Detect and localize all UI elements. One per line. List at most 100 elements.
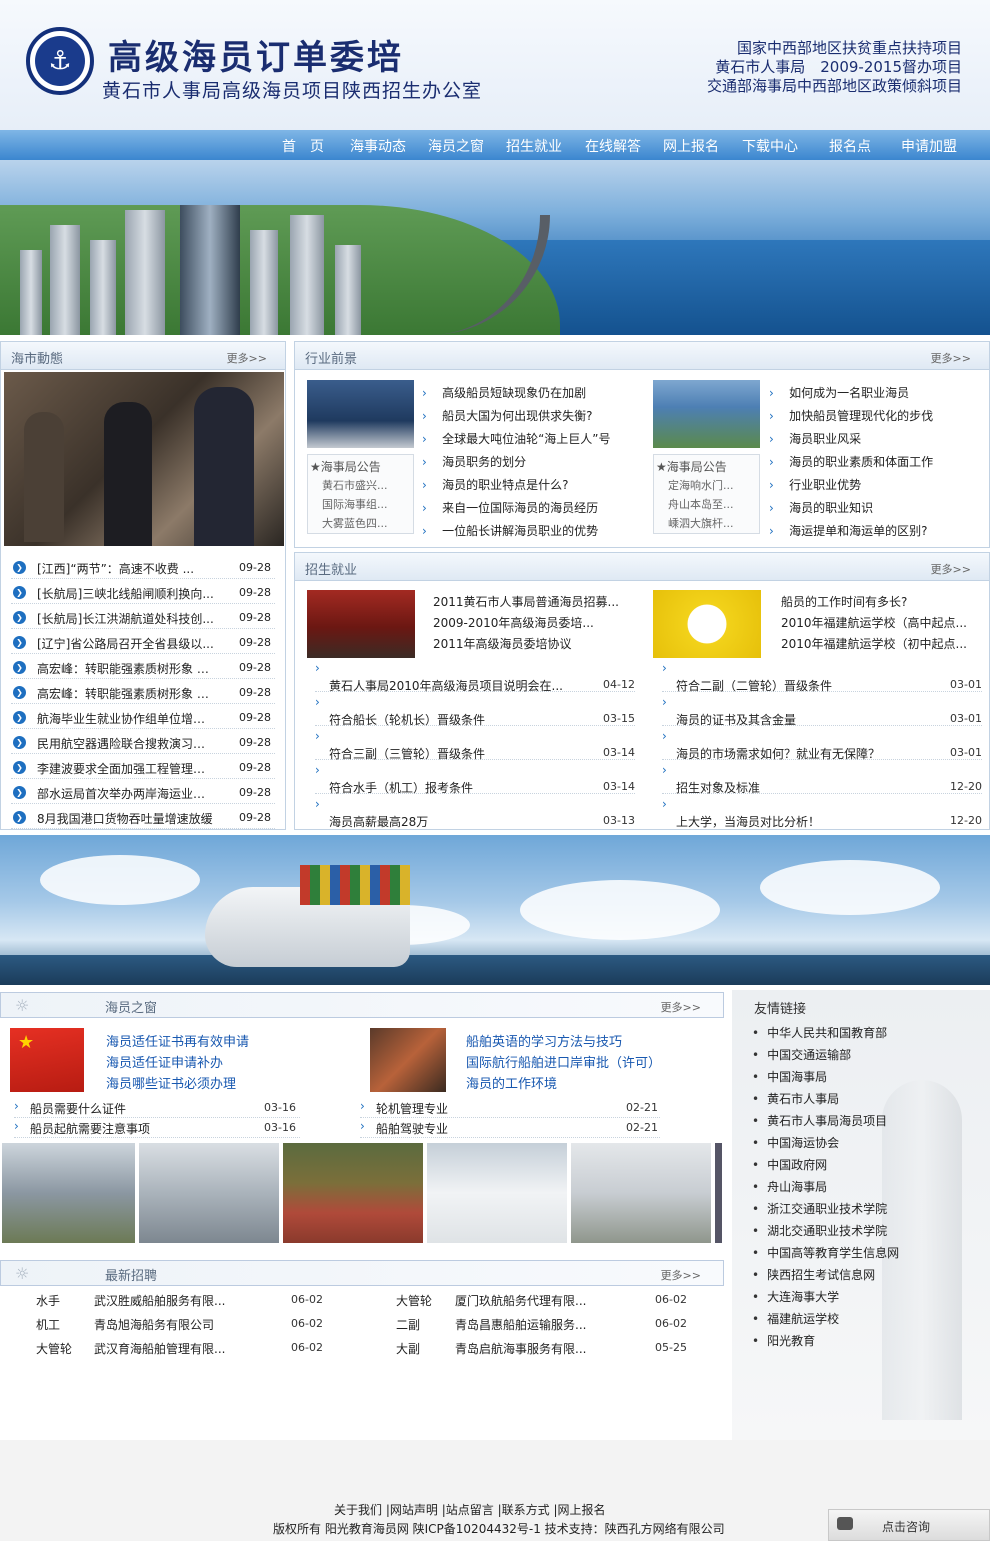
list-item[interactable]: 国际海事组... xyxy=(322,496,406,512)
list-item[interactable]: › 一位船长讲解海员职业的优势 xyxy=(422,522,598,539)
list-item[interactable]: › 加快船员管理现代化的步伐 xyxy=(769,407,933,424)
list-item[interactable]: › 来自一位国际海员的海员经历 xyxy=(422,499,598,516)
friend-link[interactable]: 中华人民共和国教育部 xyxy=(752,1024,887,1041)
footer-link-contact[interactable]: |联系方式 xyxy=(498,1503,550,1517)
list-item[interactable]: › 轮机管理专业 02-21 xyxy=(360,1099,660,1118)
list-item[interactable]: › 招生对象及标准 12-20 xyxy=(662,761,982,795)
list-item[interactable]: › 高级船员短缺现象仍在加剧 xyxy=(422,384,586,401)
list-item[interactable]: 船员的工作时间有多长? xyxy=(781,593,971,610)
gallery-photo[interactable] xyxy=(715,1143,722,1243)
list-item[interactable]: › 海员职业风采 xyxy=(769,430,861,447)
more-link[interactable]: 更多>> xyxy=(661,999,701,1015)
nav-home[interactable]: 首 页 xyxy=(282,136,324,156)
gallery-photo[interactable] xyxy=(2,1143,135,1243)
nav-signup-points[interactable]: 报名点 xyxy=(829,136,871,156)
list-item[interactable]: › 符合水手（机工）报考条件 03-14 xyxy=(315,761,635,795)
gallery-photo[interactable] xyxy=(571,1143,711,1243)
friend-link[interactable]: 中国海运协会 xyxy=(752,1134,839,1151)
list-item[interactable]: 海员哪些证书必须办理 xyxy=(106,1073,236,1092)
nav-admission[interactable]: 招生就业 xyxy=(506,136,562,156)
list-item[interactable]: 2011黄石市人事局普通海员招募... xyxy=(433,593,633,610)
list-item[interactable]: 船舶英语的学习方法与技巧 xyxy=(466,1031,622,1050)
gallery-photo[interactable] xyxy=(427,1143,567,1243)
nav-download[interactable]: 下载中心 xyxy=(742,136,798,156)
admission-photo-1[interactable] xyxy=(307,590,415,658)
nav-sailor-window[interactable]: 海员之窗 xyxy=(428,136,484,156)
list-item[interactable]: 嵊泗大旗杆... xyxy=(668,515,752,531)
list-item[interactable]: › 船舶驾驶专业 02-21 xyxy=(360,1119,660,1138)
list-item[interactable]: ❯ 航海毕业生就业协作组单位增至1... 09-28 xyxy=(11,707,275,729)
friend-link[interactable]: 中国高等教育学生信息网 xyxy=(752,1244,899,1261)
friend-link[interactable]: 浙江交通职业技术学院 xyxy=(752,1200,887,1217)
friend-link[interactable]: 大连海事大学 xyxy=(752,1288,839,1305)
list-item[interactable]: 舟山本岛至... xyxy=(668,496,752,512)
more-link[interactable]: 更多>> xyxy=(931,350,971,366)
nav-join[interactable]: 申请加盟 xyxy=(901,136,957,156)
list-item[interactable]: ❯ [长航局]三峡北线船闸顺利换向... 09-28 xyxy=(11,582,275,604)
footer-link-about[interactable]: 关于我们 xyxy=(334,1503,382,1517)
list-item[interactable]: › 黄石人事局2010年高级海员项目说明会在... 04-12 xyxy=(315,659,635,693)
friend-link[interactable]: 中国海事局 xyxy=(752,1068,827,1085)
table-row[interactable]: 水手 武汉胜威船舶服务有限... 06-02 大管轮 厦门玖航船务代理有限... 06-… xyxy=(0,1290,724,1314)
list-item[interactable]: ❯ [长航局]长江洪湖航道处科技创... 09-28 xyxy=(11,607,275,629)
nav-maritime-news[interactable]: 海事动态 xyxy=(350,136,406,156)
gallery-photo[interactable] xyxy=(283,1143,423,1243)
list-item[interactable]: › 海员的职业知识 xyxy=(769,499,873,516)
list-item[interactable]: 2011年高级海员委培协议 xyxy=(433,635,633,652)
nav-online-signup[interactable]: 网上报名 xyxy=(663,136,719,156)
friend-link[interactable]: 陕西招生考试信息网 xyxy=(752,1266,875,1283)
footer-link-message[interactable]: |站点留言 xyxy=(442,1503,494,1517)
table-row[interactable]: 大管轮 武汉育海船舶管理有限... 06-02 大副 青岛启航海事服务有限... 05-… xyxy=(0,1338,724,1362)
list-item[interactable]: 黄石市盛兴... xyxy=(322,477,406,493)
more-link[interactable]: 更多>> xyxy=(227,350,267,366)
more-link[interactable]: 更多>> xyxy=(661,1267,701,1283)
friend-link[interactable]: 湖北交通职业技术学院 xyxy=(752,1222,887,1239)
list-item[interactable]: 2009-2010年高级海员委培... xyxy=(433,614,633,631)
list-item[interactable]: › 海运提单和海运单的区别? xyxy=(769,522,927,539)
friend-link[interactable]: 黄石市人事局 xyxy=(752,1090,839,1107)
list-item[interactable]: › 海员的职业素质和体面工作 xyxy=(769,453,933,470)
list-item[interactable]: › 海员高薪最高28万 03-13 xyxy=(315,795,635,829)
list-item[interactable]: › 符合船长（轮机长）晋级条件 03-15 xyxy=(315,693,635,727)
friend-link[interactable]: 中国政府网 xyxy=(752,1156,827,1173)
list-item[interactable]: ❯ [江西]“两节”：高速不收费 ... 09-28 xyxy=(11,557,275,579)
list-item[interactable]: 海员的工作环境 xyxy=(466,1073,557,1092)
list-item[interactable]: ❯ [辽宁]省公路局召开全省县级以... 09-28 xyxy=(11,632,275,654)
gallery-photo[interactable] xyxy=(139,1143,279,1243)
list-item[interactable]: › 海员职务的划分 xyxy=(422,453,526,470)
list-item[interactable]: › 符合二副（二管轮）晋级条件 03-01 xyxy=(662,659,982,693)
list-item[interactable]: 定海响水门... xyxy=(668,477,752,493)
list-item[interactable]: ❯ 高宏峰：转职能强素质树形象 依... 09-28 xyxy=(11,657,275,679)
list-item[interactable]: › 上大学，当海员对比分析！ 12-20 xyxy=(662,795,982,829)
list-item[interactable]: › 如何成为一名职业海员 xyxy=(769,384,909,401)
list-item[interactable]: › 船员大国为何出现供求失衡? xyxy=(422,407,592,424)
list-item[interactable]: › 船员起航需要注意事项 03-16 xyxy=(14,1119,300,1138)
friend-link[interactable]: 福建航运学校 xyxy=(752,1310,839,1327)
friend-link[interactable]: 黄石市人事局海员项目 xyxy=(752,1112,887,1129)
industry-photo-2[interactable] xyxy=(653,380,760,448)
list-item[interactable]: › 海员的职业特点是什么? xyxy=(422,476,568,493)
admission-photo-2[interactable] xyxy=(653,590,761,658)
friend-link[interactable]: 中国交通运输部 xyxy=(752,1046,851,1063)
list-item[interactable]: ❯ 部水运局首次举办两岸海运业务培... 09-28 xyxy=(11,782,275,804)
nav-online-answer[interactable]: 在线解答 xyxy=(585,136,641,156)
list-item[interactable]: ❯ 李建波要求全面加强工程管理和廉... 09-28 xyxy=(11,757,275,779)
friend-link[interactable]: 阳光教育 xyxy=(752,1332,815,1349)
list-item[interactable]: 2010年福建航运学校（初中起点... xyxy=(781,635,971,652)
footer-link-signup[interactable]: |网上报名 xyxy=(553,1503,605,1517)
news-photo[interactable] xyxy=(4,372,284,546)
list-item[interactable]: ❯ 8月我国港口货物吞吐量增速放缓 09-28 xyxy=(11,807,275,829)
more-link[interactable]: 更多>> xyxy=(931,561,971,577)
list-item[interactable]: › 行业职业优势 xyxy=(769,476,861,493)
list-item[interactable]: › 海员的证书及其含金量 03-01 xyxy=(662,693,982,727)
friend-link[interactable]: 舟山海事局 xyxy=(752,1178,827,1195)
list-item[interactable]: › 海员的市场需求如何？就业有无保障？ 03-01 xyxy=(662,727,982,761)
table-row[interactable]: 机工 青岛旭海船务有限公司 06-02 二副 青岛昌惠船舶运输服务... 06-02 xyxy=(0,1314,724,1338)
footer-link-statement[interactable]: |网站声明 xyxy=(386,1503,438,1517)
list-item[interactable]: › 符合三副（三管轮）晋级条件 03-14 xyxy=(315,727,635,761)
list-item[interactable]: 国际航行船舶进口岸审批（许可） xyxy=(466,1052,661,1071)
list-item[interactable]: 海员适任证申请补办 xyxy=(106,1052,223,1071)
list-item[interactable]: 大雾蓝色四... xyxy=(322,515,406,531)
list-item[interactable]: › 全球最大吨位油轮“海上巨人”号 xyxy=(422,430,611,447)
list-item[interactable]: › 船员需要什么证件 03-16 xyxy=(14,1099,300,1118)
